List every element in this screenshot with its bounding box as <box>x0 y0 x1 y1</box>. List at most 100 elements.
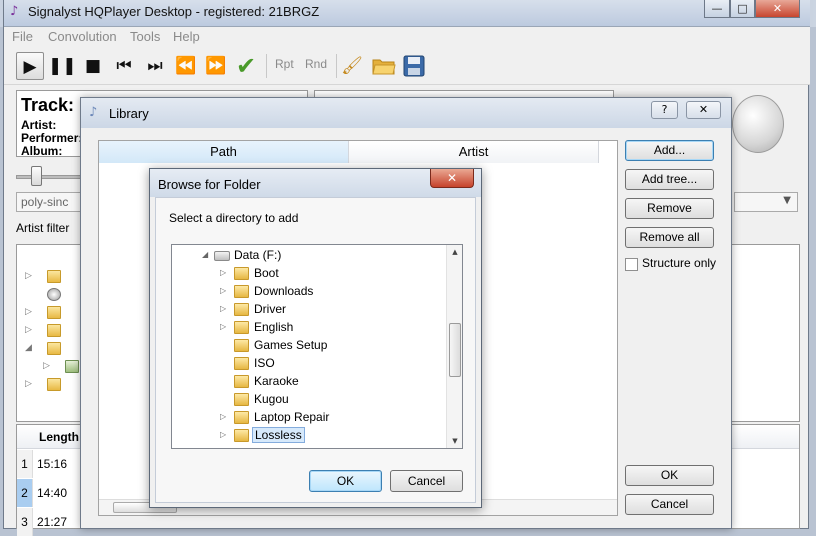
drive-icon <box>214 251 230 261</box>
mode-select[interactable]: ▼ <box>734 192 798 212</box>
folder-icon <box>234 357 249 370</box>
apply-check-icon[interactable]: ✔ <box>232 52 260 80</box>
tree-item-laptop-repair[interactable]: ▷ Laptop Repair <box>172 409 444 427</box>
save-disk-icon[interactable] <box>400 52 428 80</box>
fast-forward-button[interactable]: ⏩ <box>202 52 230 80</box>
tree-item-label: Lossless <box>252 427 305 443</box>
length-column-header[interactable]: Length <box>39 430 79 444</box>
tree-row[interactable]: ▷ <box>25 306 85 322</box>
row-number: 3 <box>17 508 33 536</box>
add-tree-button[interactable]: Add tree... <box>625 169 714 190</box>
repeat-button[interactable]: Rpt <box>275 57 294 71</box>
row-length: 14:40 <box>37 486 68 500</box>
folder-icon <box>47 306 61 319</box>
file-icon <box>65 360 79 373</box>
tree-item-karaoke[interactable]: Karaoke <box>172 373 444 391</box>
remove-button[interactable]: Remove <box>625 198 714 219</box>
folder-icon <box>47 378 61 391</box>
menu-convolution[interactable]: Convolution <box>48 29 117 44</box>
library-cancel-button[interactable]: Cancel <box>625 494 714 515</box>
open-folder-icon[interactable] <box>370 52 398 80</box>
library-close-button[interactable]: ✕ <box>686 101 721 119</box>
scroll-thumb[interactable] <box>449 323 461 377</box>
menu-bar: File Convolution Tools Help <box>4 27 810 47</box>
tree-item-downloads[interactable]: ▷ Downloads <box>172 283 444 301</box>
folder-icon <box>234 411 249 424</box>
clear-brush-icon[interactable]: 🖌 <box>338 52 366 80</box>
album-label: Album: <box>21 144 63 158</box>
previous-track-button[interactable]: ⏮ <box>110 52 138 80</box>
pause-button[interactable]: ❚❚ <box>48 52 77 80</box>
position-slider-thumb[interactable] <box>31 166 42 186</box>
tree-item-lossless[interactable]: ▷ Lossless <box>172 427 444 445</box>
menu-file[interactable]: File <box>12 29 33 44</box>
browse-for-folder-dialog: Browse for Folder ✕ Select a directory t… <box>149 168 482 508</box>
tree-row[interactable]: ▷ <box>25 324 85 340</box>
library-ok-button[interactable]: OK <box>625 465 714 486</box>
menu-tools[interactable]: Tools <box>130 29 160 44</box>
track-label: Track: <box>21 95 75 115</box>
main-window-title: Signalyst HQPlayer Desktop - registered:… <box>28 4 320 19</box>
tree-item-iso[interactable]: ISO <box>172 355 444 373</box>
tree-item-driver[interactable]: ▷ Driver <box>172 301 444 319</box>
expand-arrow-icon: ▷ <box>220 304 227 313</box>
play-button[interactable]: ▶ <box>16 52 44 80</box>
browse-ok-button[interactable]: OK <box>309 470 382 492</box>
path-column-header[interactable]: Path <box>99 141 349 163</box>
expand-arrow-icon: ▷ <box>43 361 50 371</box>
tree-item-label: Games Setup <box>254 338 328 352</box>
stop-button[interactable]: ■ <box>79 52 107 80</box>
scroll-down-icon[interactable]: ▼ <box>447 434 462 448</box>
main-close-button[interactable]: ✕ <box>755 0 800 18</box>
expand-arrow-icon: ▷ <box>220 412 227 421</box>
row-length: 15:16 <box>37 457 68 471</box>
random-button[interactable]: Rnd <box>305 57 327 71</box>
scroll-up-icon[interactable]: ▲ <box>447 245 462 259</box>
help-button[interactable]: ? <box>651 101 678 119</box>
collapse-arrow-icon: ◢ <box>25 343 32 353</box>
folder-icon <box>234 339 249 352</box>
expand-arrow-icon: ▷ <box>220 268 227 277</box>
tree-item-data-drive[interactable]: ◢ Data (F:) <box>172 247 444 265</box>
browse-content: Select a directory to add ◢ Data (F:) ▷ … <box>155 197 476 503</box>
tree-item-boot[interactable]: ▷ Boot <box>172 265 444 283</box>
artist-column-header[interactable]: Artist <box>349 141 599 163</box>
artist-label: Artist: <box>21 118 57 132</box>
tree-item-label: Laptop Repair <box>254 410 330 424</box>
structure-only-checkbox[interactable] <box>625 258 638 271</box>
toolbar-separator <box>336 54 337 78</box>
tree-item-kugou[interactable]: Kugou <box>172 391 444 409</box>
tree-row[interactable]: ▷ <box>25 378 85 394</box>
tree-row[interactable]: ◢ <box>25 342 85 358</box>
toolbar: ▶ ❚❚ ■ ⏮ ⏭ ⏪ ⏩ ✔ Rpt Rnd 🖌 <box>4 47 810 85</box>
browse-cancel-button[interactable]: Cancel <box>390 470 463 492</box>
minimize-button[interactable]: — <box>704 0 730 18</box>
tree-item-english[interactable]: ▷ English <box>172 319 444 337</box>
library-music-icon: ♪ <box>89 105 98 120</box>
next-track-button[interactable]: ⏭ <box>141 52 169 80</box>
folder-icon <box>234 429 249 442</box>
browse-prompt: Select a directory to add <box>169 211 299 225</box>
tree-row[interactable]: ▷ <box>25 270 85 286</box>
browse-close-button[interactable]: ✕ <box>430 169 474 188</box>
position-slider-track <box>16 175 86 179</box>
expand-arrow-icon: ▷ <box>220 322 227 331</box>
expand-arrow-icon: ▷ <box>25 271 32 281</box>
vertical-scrollbar[interactable]: ▲ ▼ <box>446 245 462 448</box>
folder-icon <box>234 303 249 316</box>
volume-knob[interactable] <box>732 95 784 153</box>
browse-titlebar: Browse for Folder ✕ <box>150 169 481 197</box>
menu-help[interactable]: Help <box>173 29 200 44</box>
tree-item-games-setup[interactable]: Games Setup <box>172 337 444 355</box>
expand-arrow-icon: ▷ <box>220 430 227 439</box>
tree-item-label: Downloads <box>254 284 314 298</box>
folder-tree: ◢ Data (F:) ▷ Boot ▷ Downloads ▷ Driver … <box>171 244 463 449</box>
main-titlebar: ♪ Signalyst HQPlayer Desktop - registere… <box>4 0 810 27</box>
tree-row[interactable] <box>25 288 85 304</box>
rewind-button[interactable]: ⏪ <box>172 52 200 80</box>
maximize-button[interactable]: □ <box>730 0 755 18</box>
add-button[interactable]: Add... <box>625 140 714 161</box>
tree-item-label: ISO <box>254 356 275 370</box>
remove-all-button[interactable]: Remove all <box>625 227 714 248</box>
expand-arrow-icon: ▷ <box>25 325 32 335</box>
